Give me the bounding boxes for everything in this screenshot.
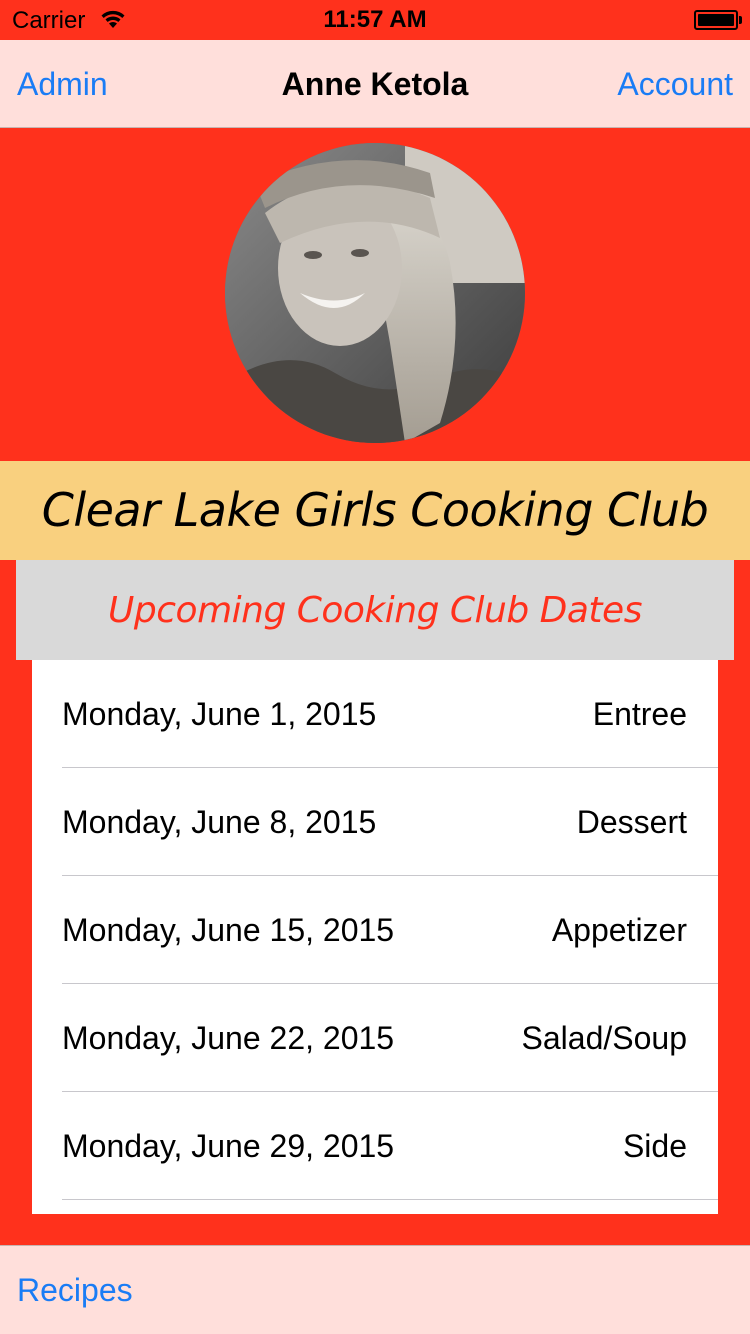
dates-section-header: Upcoming Cooking Club Dates xyxy=(16,560,734,660)
date-row[interactable]: Monday, June 29, 2015 Side xyxy=(32,1092,718,1200)
row-date: Monday, June 29, 2015 xyxy=(62,1128,395,1164)
club-banner: Clear Lake Girls Cooking Club xyxy=(0,461,750,560)
dates-list: Monday, June 1, 2015 Entree Monday, June… xyxy=(32,660,718,1214)
row-course: Appetizer xyxy=(551,912,687,948)
profile-area xyxy=(0,128,750,461)
account-button[interactable]: Account xyxy=(617,66,733,103)
club-name: Clear Lake Girls Cooking Club xyxy=(41,483,709,537)
date-row[interactable]: Monday, June 22, 2015 Salad/Soup xyxy=(32,984,718,1092)
row-date: Monday, June 15, 2015 xyxy=(62,912,395,948)
navigation-bar: Admin Anne Ketola Account xyxy=(0,40,750,128)
row-date: Monday, June 8, 2015 xyxy=(62,804,377,840)
date-row[interactable]: Monday, June 8, 2015 Dessert xyxy=(32,768,718,876)
status-bar: Carrier 11:57 AM xyxy=(0,0,750,40)
row-date: Monday, June 22, 2015 xyxy=(62,1020,395,1056)
battery-icon xyxy=(694,10,742,30)
status-time: 11:57 AM xyxy=(323,6,427,33)
row-separator xyxy=(62,1199,718,1200)
row-course: Salad/Soup xyxy=(521,1020,687,1056)
row-date: Monday, June 1, 2015 xyxy=(62,696,377,732)
row-course: Dessert xyxy=(576,804,687,840)
row-course: Entree xyxy=(592,696,687,732)
row-course: Side xyxy=(622,1128,687,1164)
bottom-toolbar: Recipes xyxy=(0,1245,750,1334)
date-row[interactable]: Monday, June 1, 2015 Entree xyxy=(32,660,718,768)
date-row[interactable]: Monday, June 15, 2015 Appetizer xyxy=(32,876,718,984)
avatar xyxy=(225,143,525,443)
recipes-button[interactable]: Recipes xyxy=(17,1272,133,1309)
dates-section-title: Upcoming Cooking Club Dates xyxy=(108,590,642,631)
